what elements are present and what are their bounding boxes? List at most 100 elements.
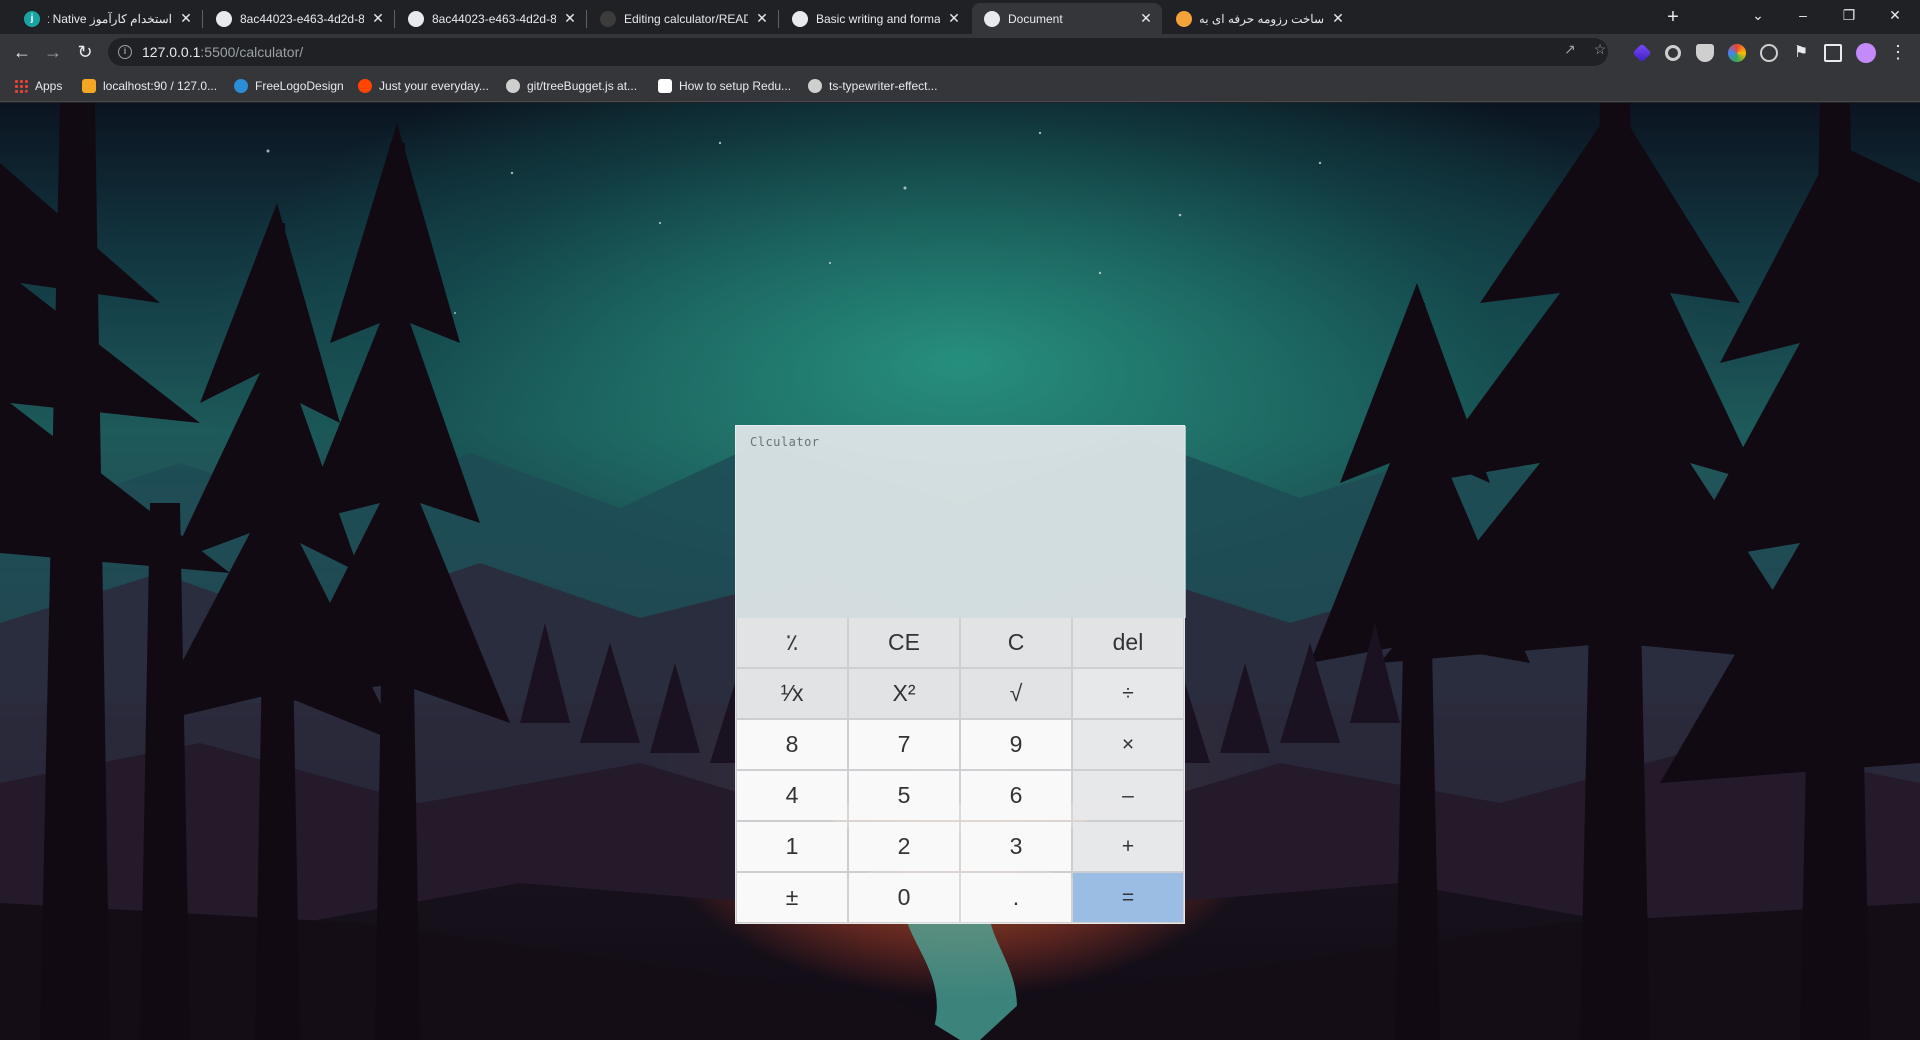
bookmark-item[interactable]: git/treeBugget.js at...: [506, 78, 637, 94]
square-button[interactable]: X²: [849, 669, 959, 718]
bookmark-item[interactable]: ts-typewriter-effect...: [808, 78, 937, 94]
url-text[interactable]: 127.0.0.1:5500/calculator/: [142, 44, 303, 60]
tab-search-button[interactable]: ⌄: [1735, 0, 1781, 30]
digit-1-button[interactable]: 1: [737, 822, 847, 871]
bookmark-label: How to setup Redu...: [679, 79, 792, 93]
tab-separator: [586, 10, 587, 28]
close-tab-icon[interactable]: ✕: [178, 10, 194, 27]
forward-icon[interactable]: →: [41, 40, 65, 64]
close-window-button[interactable]: ✕: [1872, 0, 1918, 30]
bookmark-item[interactable]: localhost:90 / 127.0...: [82, 78, 217, 94]
close-tab-icon[interactable]: ✕: [1138, 10, 1154, 27]
calculator-title: Clculator: [750, 435, 820, 449]
browser-tab[interactable]: j استخدام کارآموز React Native در ✕: [12, 3, 202, 34]
decimal-button[interactable]: .: [961, 873, 1071, 922]
bookmark-label: Apps: [35, 79, 63, 93]
browser-tab[interactable]: 8ac44023-e463-4d2d-8984-f0a1 ✕: [396, 3, 586, 34]
back-icon[interactable]: ←: [10, 40, 34, 64]
reciprocal-button[interactable]: ¹⁄x: [737, 669, 847, 718]
digit-8-button[interactable]: 8: [737, 720, 847, 769]
calculator-keypad: ٪ CE Cdel ¹⁄x X² √ ÷ 8 7 9 × 4 5 6– 1 2 3 + ±0. =: [737, 618, 1185, 923]
digit-6-button[interactable]: 6: [961, 771, 1071, 820]
equals-button[interactable]: =: [1073, 873, 1183, 922]
browser-tab[interactable]: 8ac44023-e463-4d2d-8984-f0a1 ✕: [204, 3, 394, 34]
bookmarks-bar: Apps localhost:90 / 127.0... FreeLogoDesig…: [0, 70, 1920, 102]
new-tab-button[interactable]: +: [1661, 6, 1685, 30]
close-tab-icon[interactable]: ✕: [946, 10, 962, 27]
close-tab-icon[interactable]: ✕: [1330, 10, 1346, 27]
digit-9-button[interactable]: 9: [961, 720, 1071, 769]
clear-entry-button[interactable]: CE: [849, 618, 959, 667]
negate-button[interactable]: ±: [737, 873, 847, 922]
page-background: Clculator ٪ CE Cdel ¹⁄x X² √ ÷ 8 7 9 × 4 5 6– 1 2 3 + ±0. =: [0, 103, 1920, 1040]
github-icon: [600, 10, 616, 27]
divide-button[interactable]: ÷: [1073, 669, 1183, 718]
tab-title: 8ac44023-e463-4d2d-8984-f0a1: [240, 11, 364, 26]
extension-shield-icon[interactable]: [1696, 44, 1714, 62]
browser-tab[interactable]: ساخت رزومه حرفه ای به فارسی و ا ✕: [1164, 3, 1354, 34]
extension-color-icon[interactable]: [1728, 44, 1746, 62]
digit-4-button[interactable]: 4: [737, 771, 847, 820]
clear-button[interactable]: C: [961, 618, 1071, 667]
menu-kebab-icon[interactable]: ⋮: [1886, 40, 1910, 64]
close-tab-icon[interactable]: ✕: [370, 10, 386, 27]
digit-7-button[interactable]: 7: [849, 720, 959, 769]
github-icon: [506, 79, 520, 93]
calculator: Clculator ٪ CE Cdel ¹⁄x X² √ ÷ 8 7 9 × 4 5 6– 1 2 3 + ±0. =: [735, 425, 1186, 924]
percent-button[interactable]: ٪: [737, 618, 847, 667]
bookmark-label: git/treeBugget.js at...: [527, 79, 638, 93]
digit-0-button[interactable]: 0: [849, 873, 959, 922]
phpmyadmin-icon: [82, 79, 96, 93]
jobinja-icon: j: [24, 10, 40, 27]
tab-title: Document: [1008, 11, 1063, 26]
github-icon: [808, 79, 822, 93]
delete-button[interactable]: del: [1073, 618, 1183, 667]
globe-icon: [216, 10, 232, 27]
restore-button[interactable]: ❐: [1826, 0, 1872, 30]
digit-5-button[interactable]: 5: [849, 771, 959, 820]
close-tab-icon[interactable]: ✕: [754, 10, 770, 27]
tab-separator: [202, 10, 203, 28]
close-tab-icon[interactable]: ✕: [562, 10, 578, 27]
site-info-icon[interactable]: i: [118, 45, 132, 59]
browser-tab[interactable]: Document ✕: [972, 3, 1162, 34]
bookmark-item[interactable]: Just your everyday...: [358, 78, 489, 94]
bookmark-item[interactable]: Apps: [14, 78, 62, 94]
resume-site-icon: [1176, 10, 1192, 27]
globe-icon: [984, 10, 1000, 27]
multiply-button[interactable]: ×: [1073, 720, 1183, 769]
add-button[interactable]: +: [1073, 822, 1183, 871]
extension-1-icon[interactable]: [1632, 43, 1652, 63]
browser-toolbar: ← → ↻ i 127.0.0.1:5500/calculator/ ↗ ☆ ⚑…: [0, 34, 1920, 70]
bookmark-item[interactable]: How to setup Redu...: [658, 78, 791, 94]
tab-title: ساخت رزومه حرفه ای به فارسی و ا: [1200, 11, 1324, 26]
medium-icon: [658, 79, 672, 93]
browser-tab[interactable]: Editing calculator/README.md a ✕: [588, 3, 778, 34]
profile-avatar[interactable]: [1856, 43, 1876, 63]
share-icon[interactable]: ↗: [1562, 41, 1578, 57]
side-panel-icon[interactable]: [1824, 44, 1842, 62]
bookmark-label: ts-typewriter-effect...: [829, 79, 938, 93]
subtract-button[interactable]: –: [1073, 771, 1183, 820]
extension-react-icon[interactable]: [1760, 44, 1778, 62]
tab-title: 8ac44023-e463-4d2d-8984-f0a1: [432, 11, 556, 26]
bookmark-label: Just your everyday...: [379, 79, 489, 93]
digit-3-button[interactable]: 3: [961, 822, 1071, 871]
apps-grid-icon: [14, 79, 28, 93]
calculator-display: Clculator: [736, 426, 1186, 618]
minimize-button[interactable]: –: [1780, 0, 1826, 30]
digit-2-button[interactable]: 2: [849, 822, 959, 871]
address-bar[interactable]: i 127.0.0.1:5500/calculator/: [108, 38, 1608, 66]
reddit-icon: [358, 79, 372, 93]
square-root-button[interactable]: √: [961, 669, 1071, 718]
extensions-puzzle-icon[interactable]: ⚑: [1792, 44, 1810, 62]
browser-tab[interactable]: Basic writing and formatting syn ✕: [780, 3, 970, 34]
bookmark-star-icon[interactable]: ☆: [1592, 41, 1608, 57]
tab-separator: [394, 10, 395, 28]
reload-icon[interactable]: ↻: [73, 40, 97, 64]
bookmark-label: localhost:90 / 127.0...: [103, 79, 218, 93]
bookmark-label: FreeLogoDesign: [255, 79, 344, 93]
bookmark-item[interactable]: FreeLogoDesign: [234, 78, 344, 94]
extension-2-icon[interactable]: [1665, 45, 1681, 61]
tab-strip: jاستخدام کارآموز React Native در✕8ac4402…: [0, 0, 1920, 34]
